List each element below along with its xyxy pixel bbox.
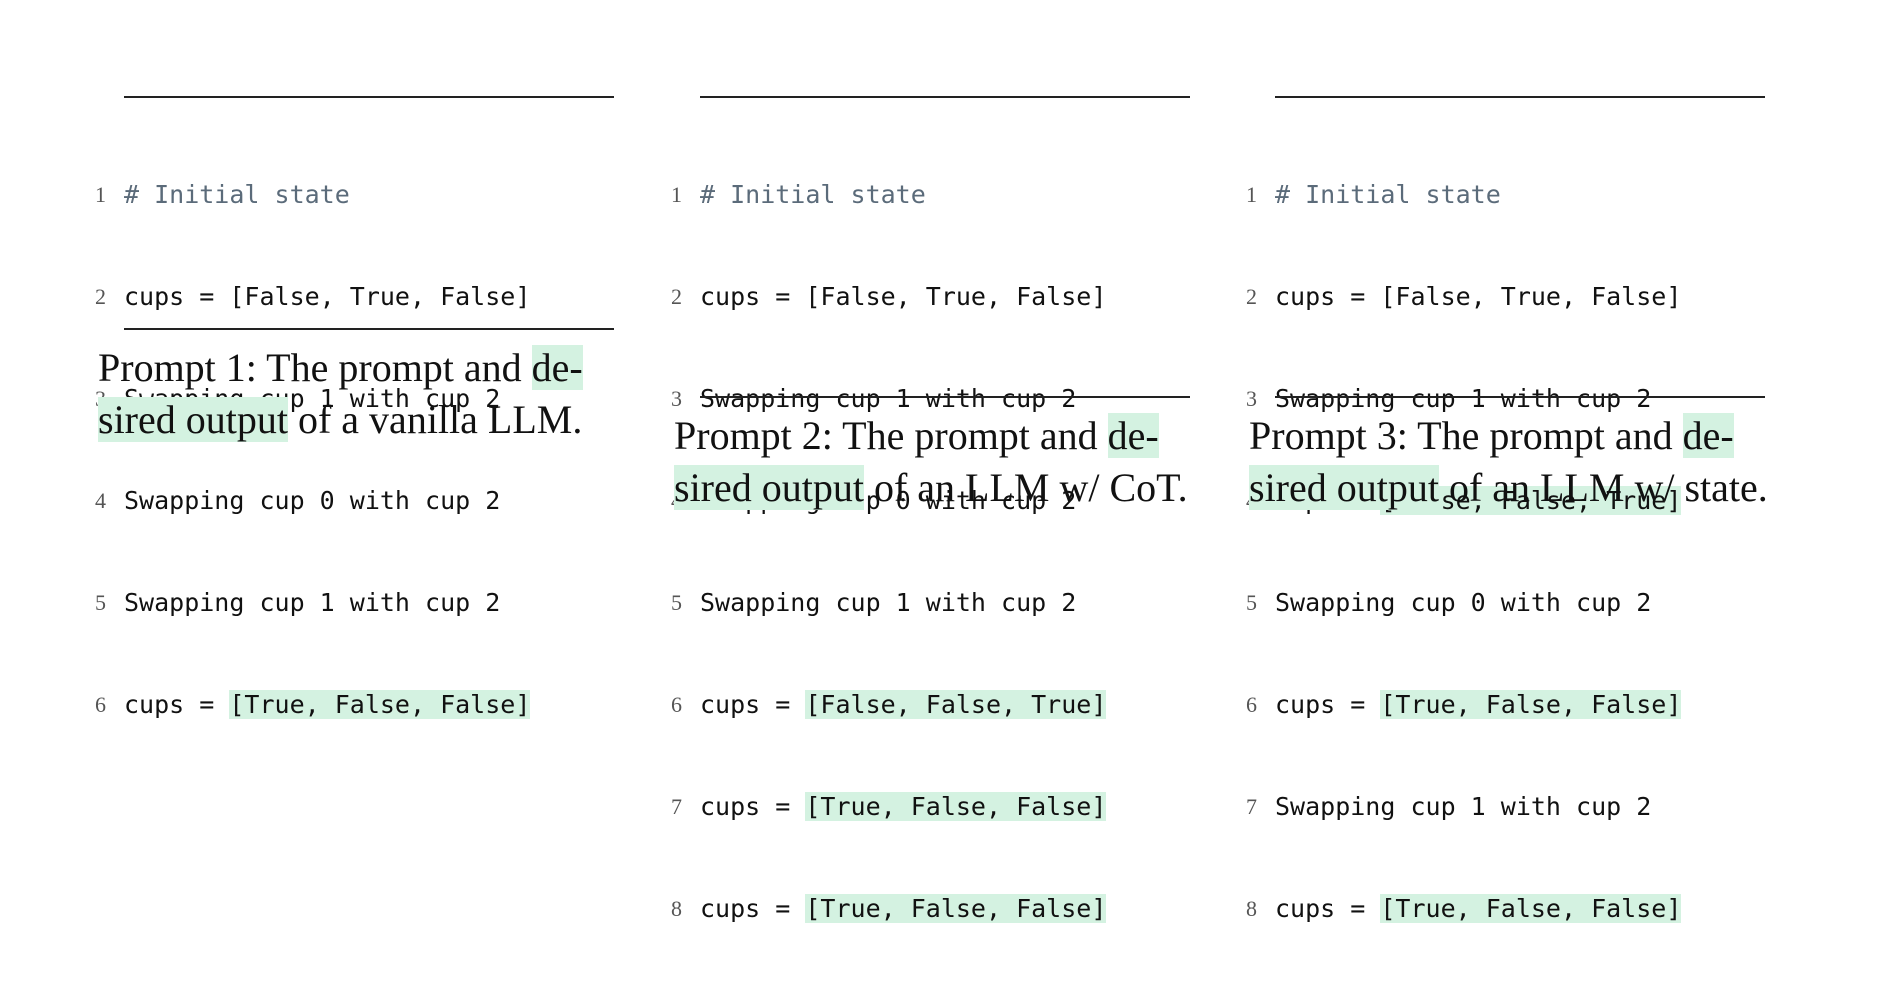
code-text: cups = — [1275, 894, 1381, 923]
caption-text: The prompt and — [256, 345, 532, 390]
code-text: Swapping cup 1 with cup 2 — [700, 588, 1077, 617]
code-line: 1 # Initial state — [671, 178, 1106, 212]
caption-lead: Prompt 2: — [674, 413, 833, 458]
top-rule — [1275, 96, 1765, 98]
code-line: 6 cups = [True, False, False] — [1246, 688, 1682, 722]
code-line: 4 Swapping cup 0 with cup 2 — [95, 484, 530, 518]
line-number: 7 — [671, 794, 682, 819]
caption-lead: Prompt 1: — [98, 345, 257, 390]
bottom-rule — [700, 396, 1190, 398]
line-number: 7 — [1246, 794, 1257, 819]
code-line: 5 Swapping cup 0 with cup 2 — [1246, 586, 1681, 620]
highlighted-output: [True, False, False] — [1380, 690, 1682, 719]
caption-highlight: sired output — [1249, 465, 1439, 510]
caption-highlight: sired output — [674, 465, 864, 510]
caption-text: The prompt and — [1407, 413, 1683, 458]
caption: Prompt 3: The prompt and de-sired output… — [1249, 410, 1805, 514]
caption-highlight: de- — [531, 345, 583, 390]
caption-highlight: sired output — [98, 397, 288, 442]
line-number: 4 — [95, 488, 106, 513]
code-text: Swapping cup 0 with cup 2 — [124, 486, 501, 515]
code-text: cups = — [700, 792, 806, 821]
line-number: 1 — [95, 182, 106, 207]
line-number: 2 — [1246, 284, 1257, 309]
code-listing: 1 # Initial state 2 cups = [False, True, F… — [95, 110, 531, 790]
code-listing: 1 # Initial state 2 cups = [False, True, F… — [1246, 110, 1682, 994]
line-number: 8 — [671, 896, 682, 921]
code-comment: # Initial state — [1275, 180, 1501, 209]
line-number: 1 — [671, 182, 682, 207]
code-listing: 1 # Initial state 2 cups = [False, True, F… — [671, 110, 1107, 994]
line-number: 1 — [1246, 182, 1257, 207]
code-line: 7 cups = [True, False, False] — [671, 790, 1107, 824]
code-text: Swapping cup 1 with cup 2 — [1275, 384, 1652, 413]
line-number: 2 — [95, 284, 106, 309]
caption-text: of an LLM w/ CoT. — [863, 465, 1188, 510]
code-line: 5 Swapping cup 1 with cup 2 — [671, 586, 1106, 620]
highlighted-output: [True, False, False] — [805, 792, 1107, 821]
bottom-rule — [1275, 396, 1765, 398]
code-line: 2 cups = [False, True, False] — [95, 280, 531, 314]
line-number: 6 — [95, 692, 106, 717]
caption-highlight: de- — [1107, 413, 1159, 458]
line-number: 5 — [1246, 590, 1257, 615]
top-rule — [700, 96, 1190, 98]
bottom-rule — [124, 328, 614, 330]
highlighted-output: [True, False, False] — [805, 894, 1107, 923]
highlighted-output: [True, False, False] — [229, 690, 531, 719]
caption-text: The prompt and — [832, 413, 1108, 458]
code-line: 6 cups = [False, False, True] — [671, 688, 1107, 722]
code-text: cups = [False, True, False] — [124, 282, 531, 311]
code-text: cups = — [700, 690, 806, 719]
code-comment: # Initial state — [700, 180, 926, 209]
code-line: 8 cups = [True, False, False] — [1246, 892, 1682, 926]
code-text: Swapping cup 0 with cup 2 — [1275, 588, 1652, 617]
line-number: 6 — [1246, 692, 1257, 717]
code-text: Swapping cup 1 with cup 2 — [124, 588, 501, 617]
caption-text: of an LLM w/ state. — [1438, 465, 1768, 510]
code-text: cups = [False, True, False] — [1275, 282, 1682, 311]
code-text: cups = [False, True, False] — [700, 282, 1107, 311]
caption-lead: Prompt 3: — [1249, 413, 1408, 458]
code-line: 2 cups = [False, True, False] — [1246, 280, 1682, 314]
line-number: 5 — [95, 590, 106, 615]
code-line: 5 Swapping cup 1 with cup 2 — [95, 586, 530, 620]
line-number: 5 — [671, 590, 682, 615]
code-line: 8 cups = [True, False, False] — [671, 892, 1107, 926]
top-rule — [124, 96, 614, 98]
code-line: 1 # Initial state — [95, 178, 530, 212]
line-number: 2 — [671, 284, 682, 309]
caption-text: of a vanilla LLM. — [287, 397, 583, 442]
code-text: cups = — [1275, 690, 1381, 719]
line-number: 8 — [1246, 896, 1257, 921]
code-line: 6 cups = [True, False, False] — [95, 688, 531, 722]
caption-highlight: de- — [1682, 413, 1734, 458]
highlighted-output: [False, False, True] — [805, 690, 1107, 719]
code-text: Swapping cup 1 with cup 2 — [1275, 792, 1652, 821]
highlighted-output: [True, False, False] — [1380, 894, 1682, 923]
code-text: cups = — [700, 894, 806, 923]
line-number: 6 — [671, 692, 682, 717]
code-comment: # Initial state — [124, 180, 350, 209]
caption: Prompt 2: The prompt and de-sired output… — [674, 410, 1230, 514]
code-text: cups = — [124, 690, 230, 719]
code-line: 7 Swapping cup 1 with cup 2 — [1246, 790, 1681, 824]
caption: Prompt 1: The prompt and de-sired output… — [98, 342, 654, 446]
code-line: 1 # Initial state — [1246, 178, 1681, 212]
code-text: Swapping cup 1 with cup 2 — [700, 384, 1077, 413]
code-line: 2 cups = [False, True, False] — [671, 280, 1107, 314]
